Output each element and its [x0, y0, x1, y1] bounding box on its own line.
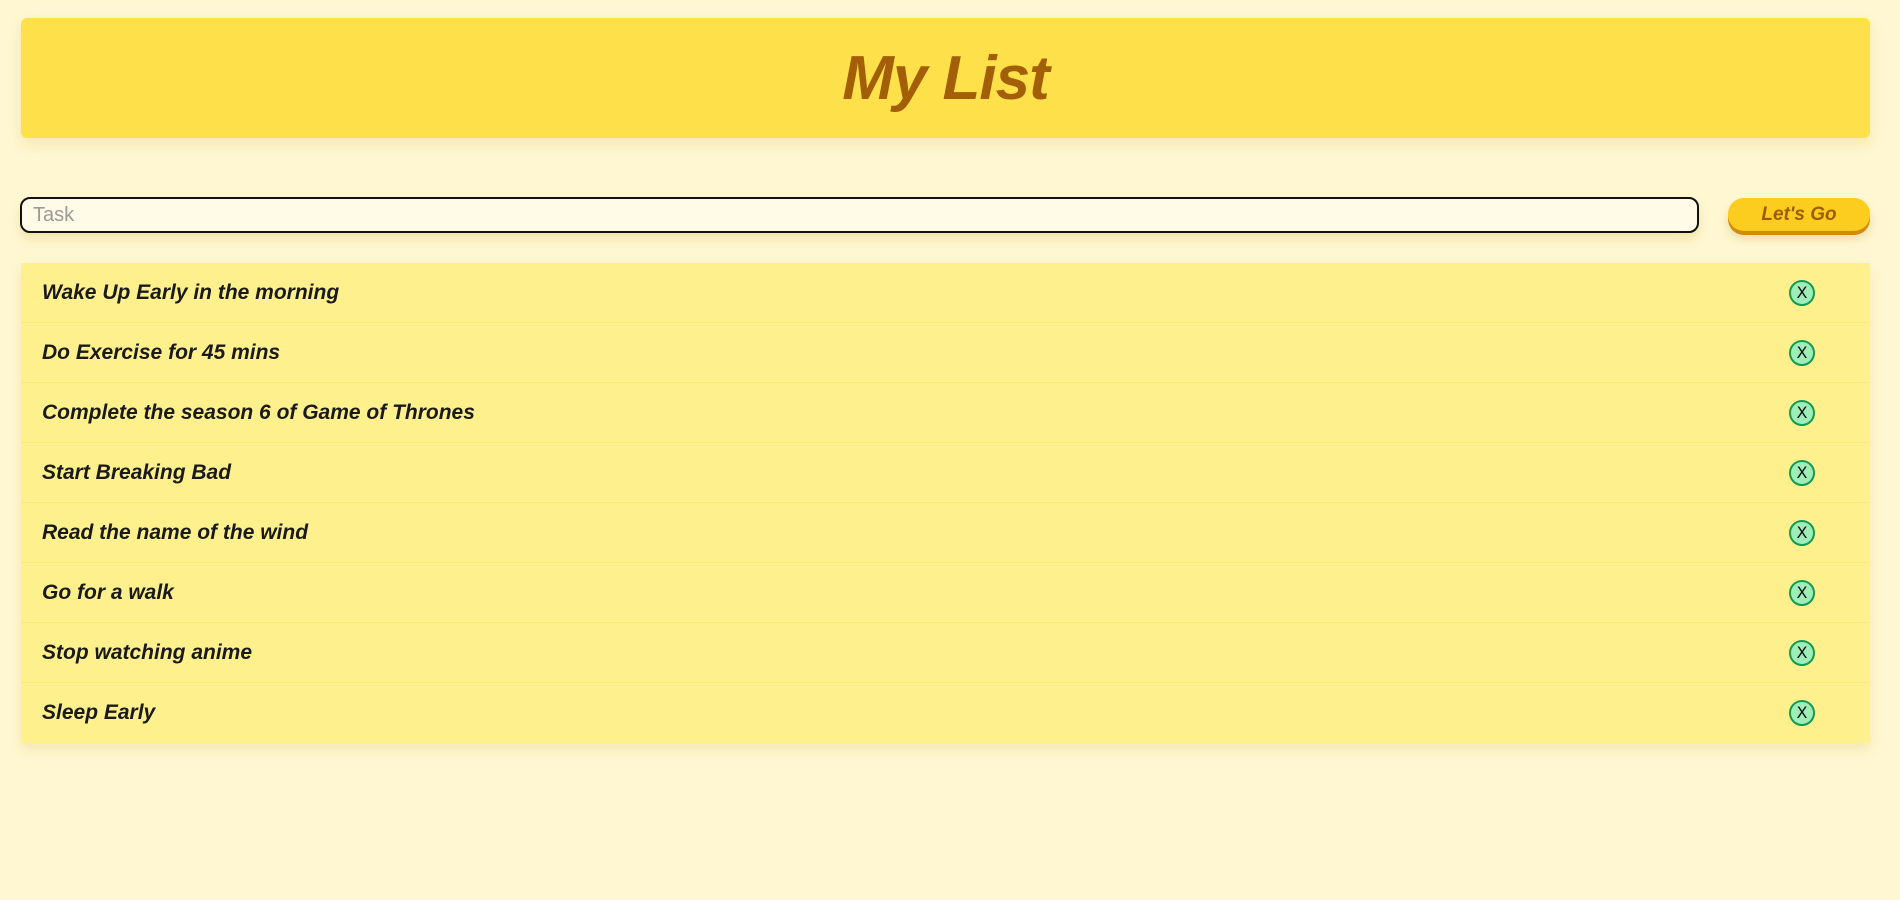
list-item: Complete the season 6 of Game of Thrones…	[21, 383, 1870, 443]
close-circle-icon: X	[1796, 282, 1808, 302]
delete-task-button[interactable]: X	[1789, 339, 1815, 366]
delete-task-button[interactable]: X	[1789, 639, 1815, 666]
list-item: Read the name of the wind X	[21, 503, 1870, 563]
list-item: Do Exercise for 45 mins X	[21, 323, 1870, 383]
page-title: My List	[842, 43, 1050, 113]
list-item: Start Breaking Bad X	[21, 443, 1870, 503]
lets-go-button[interactable]: Let's Go	[1728, 198, 1870, 231]
close-circle-icon: X	[1796, 642, 1808, 662]
task-list: Wake Up Early in the morning X Do Exerci…	[21, 263, 1870, 743]
task-text: Sleep Early	[42, 701, 156, 724]
task-text: Go for a walk	[42, 580, 174, 604]
delete-task-button[interactable]: X	[1789, 399, 1815, 426]
delete-task-button[interactable]: X	[1789, 459, 1815, 486]
task-text: Do Exercise for 45 mins	[42, 340, 281, 364]
close-circle-icon: X	[1796, 402, 1808, 422]
close-circle-icon: X	[1796, 462, 1808, 482]
list-item: Wake Up Early in the morning X	[21, 263, 1870, 323]
task-text: Complete the season 6 of Game of Thrones	[42, 400, 475, 424]
task-text: Wake Up Early in the morning	[42, 280, 340, 304]
delete-task-button[interactable]: X	[1789, 700, 1815, 726]
list-item: Stop watching anime X	[21, 623, 1870, 683]
close-circle-icon: X	[1796, 703, 1808, 722]
close-circle-icon: X	[1796, 522, 1808, 542]
delete-task-button[interactable]: X	[1789, 519, 1815, 546]
app-header: My List	[21, 18, 1870, 138]
list-item: Sleep Early X	[21, 683, 1870, 743]
list-item: Go for a walk X	[21, 563, 1870, 623]
task-input[interactable]	[20, 197, 1699, 233]
delete-task-button[interactable]: X	[1789, 279, 1815, 306]
task-text: Start Breaking Bad	[42, 460, 232, 484]
delete-task-button[interactable]: X	[1789, 579, 1815, 606]
close-circle-icon: X	[1796, 342, 1808, 362]
task-text: Read the name of the wind	[42, 520, 309, 544]
task-text: Stop watching anime	[42, 640, 253, 664]
close-circle-icon: X	[1796, 582, 1808, 602]
